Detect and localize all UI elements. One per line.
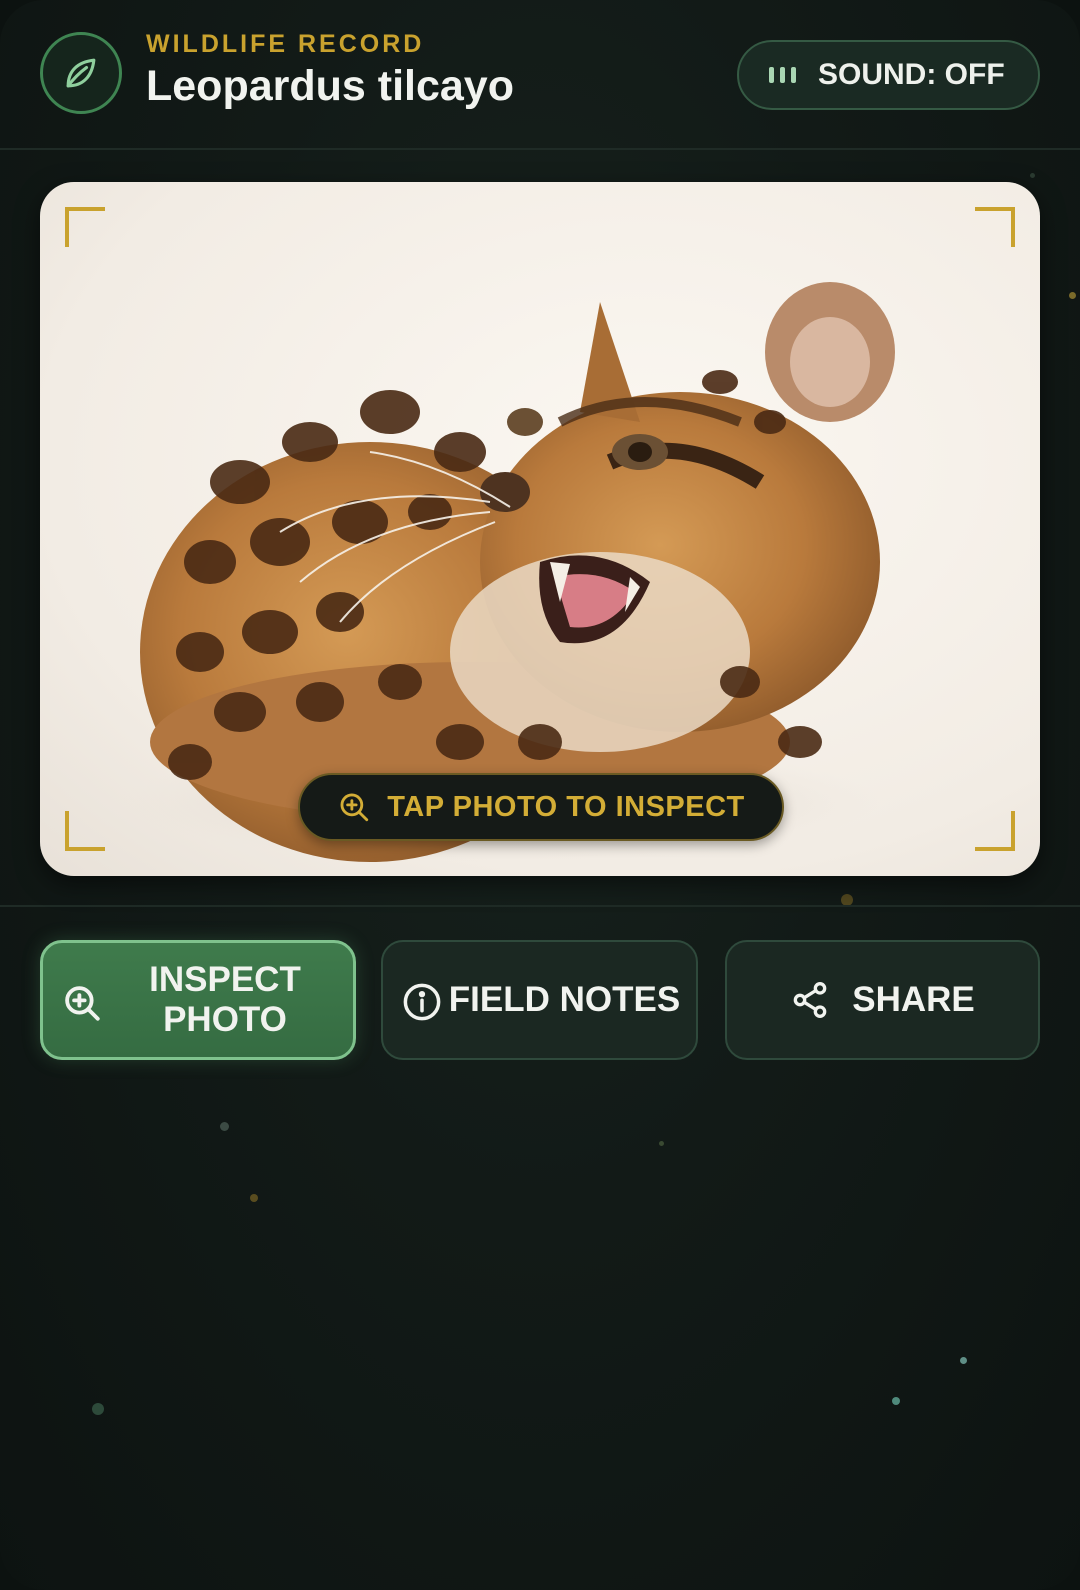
frame-corner-bottom-right: [975, 811, 1015, 851]
wild-cat-photo: [120, 282, 895, 862]
field-notes-button[interactable]: FIELD NOTES: [381, 940, 698, 1060]
sound-toggle-label: SOUND: OFF: [818, 58, 1005, 91]
share-icon: [793, 982, 827, 1019]
info-icon: [403, 983, 441, 1021]
frame-corner-top-left: [65, 207, 105, 247]
photo-section: TAP PHOTO TO INSPECT: [0, 150, 1080, 907]
share-button[interactable]: SHARE: [725, 940, 1040, 1060]
app-header: WILDLIFE RECORD Leopardus tilcayo SOUND:…: [0, 0, 1080, 150]
sound-bars-icon: [769, 67, 796, 83]
tap-to-inspect-label: TAP PHOTO TO INSPECT: [387, 790, 745, 823]
species-photo[interactable]: TAP PHOTO TO INSPECT: [40, 182, 1040, 876]
share-label: SHARE: [852, 980, 975, 1019]
zoom-in-icon: [65, 986, 100, 1021]
frame-corner-top-right: [975, 207, 1015, 247]
inspect-photo-button[interactable]: INSPECT PHOTO: [40, 940, 356, 1060]
background-particle: [92, 1403, 104, 1415]
background-particle: [659, 1141, 664, 1146]
record-overline: WILDLIFE RECORD: [146, 30, 425, 58]
background-particle: [892, 1397, 900, 1405]
background-particle: [960, 1357, 967, 1364]
tap-to-inspect-hint[interactable]: TAP PHOTO TO INSPECT: [298, 773, 784, 841]
zoom-in-icon: [340, 793, 369, 822]
leaf-logo-icon: [40, 32, 122, 114]
sound-toggle-button[interactable]: SOUND: OFF: [737, 40, 1040, 110]
frame-corner-bottom-left: [65, 811, 105, 851]
species-title: Leopardus tilcayo: [146, 62, 514, 110]
app-screen: WILDLIFE RECORD Leopardus tilcayo SOUND:…: [0, 0, 1080, 1590]
background-particle: [220, 1122, 229, 1131]
background-particle: [250, 1194, 258, 1202]
